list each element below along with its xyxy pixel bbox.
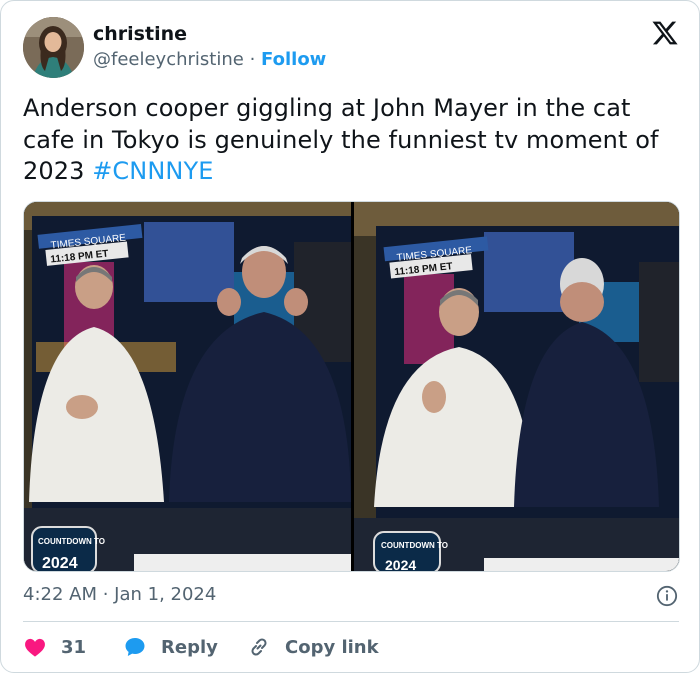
action-bar: 31 Reply Copy link [23, 632, 679, 662]
tweet-media[interactable]: TIMES SQUARE 11:18 PM ET COUNTDOWN TO 20… [23, 201, 680, 572]
follow-button[interactable]: Follow [261, 49, 326, 70]
tweet-header: christine @feeleychristine · Follow [23, 17, 679, 79]
like-button[interactable]: 31 [23, 632, 86, 662]
photo-2-countdown-year: 2024 [385, 557, 416, 572]
media-photo-1[interactable]: TIMES SQUARE 11:18 PM ET COUNTDOWN TO 20… [24, 202, 351, 572]
link-icon [251, 638, 267, 656]
photo-1-countdown-label: COUNTDOWN TO [38, 537, 105, 546]
reply-bubble-icon [125, 638, 145, 656]
author-name[interactable]: christine [93, 23, 187, 45]
reply-label: Reply [161, 636, 218, 658]
photo-1-countdown-year: 2024 [42, 555, 78, 572]
copy-link-button[interactable]: Copy link [247, 632, 379, 662]
avatar[interactable] [23, 17, 84, 78]
separator-dot: · [249, 49, 256, 70]
avatar-photo [23, 17, 84, 78]
info-icon[interactable] [656, 585, 678, 607]
author-handle-line: @feeleychristine · Follow [93, 49, 326, 70]
photo-2-countdown-label: COUNTDOWN TO [381, 541, 448, 550]
heart-icon [25, 638, 45, 657]
divider [23, 621, 679, 622]
reply-button[interactable]: Reply [123, 632, 218, 662]
copy-link-label: Copy link [285, 636, 379, 658]
author-handle[interactable]: @feeleychristine [93, 49, 244, 70]
tweet-card: christine @feeleychristine · Follow Ande… [0, 0, 700, 673]
photo-2-image: TIMES SQUARE 11:18 PM ET COUNTDOWN TO 20… [354, 202, 679, 572]
tweet-text: Anderson cooper giggling at John Mayer i… [23, 93, 683, 188]
hashtag-link[interactable]: #CNNNYE [92, 157, 213, 185]
like-count: 31 [61, 636, 87, 658]
media-photo-2[interactable]: TIMES SQUARE 11:18 PM ET COUNTDOWN TO 20… [354, 202, 679, 572]
x-logo-icon[interactable] [651, 19, 679, 47]
photo-1-image: TIMES SQUARE 11:18 PM ET COUNTDOWN TO 20… [24, 202, 351, 572]
tweet-timestamp[interactable]: 4:22 AM · Jan 1, 2024 [23, 584, 216, 605]
